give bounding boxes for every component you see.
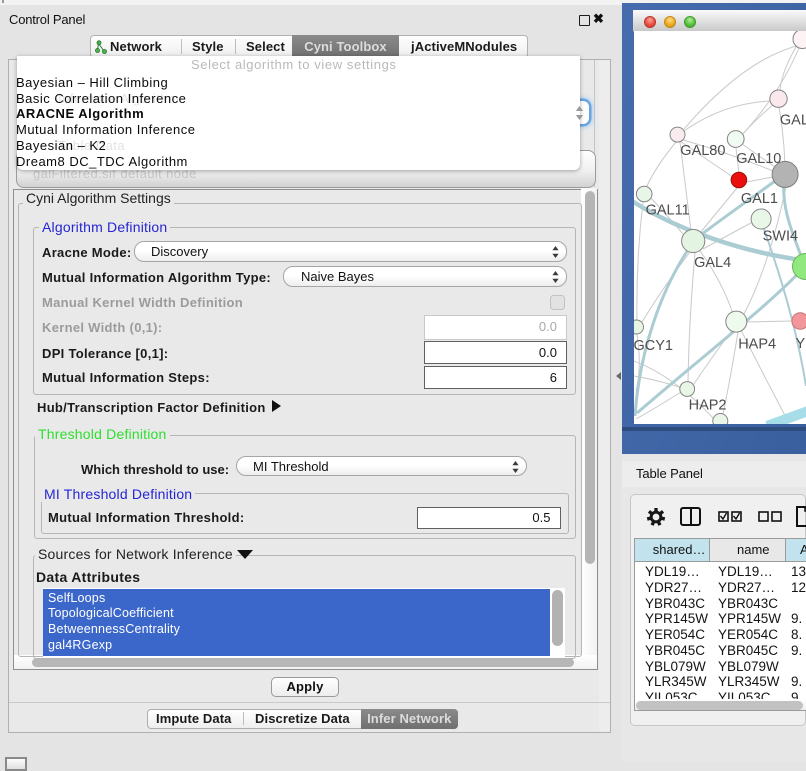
svg-text:Y: Y [795,336,805,352]
svg-text:GAL11: GAL11 [645,203,689,219]
svg-text:HAP2: HAP2 [688,398,726,414]
svg-text:GAL1: GAL1 [740,191,777,207]
svg-text:GAL80: GAL80 [680,143,725,159]
svg-text:SWI4: SWI4 [762,229,797,245]
svg-text:GAL10: GAL10 [736,151,781,167]
svg-text:GAL7: GAL7 [779,113,806,129]
svg-text:GCY1: GCY1 [634,338,673,354]
svg-text:GAL4: GAL4 [694,255,731,271]
svg-text:HAP4: HAP4 [738,337,776,353]
